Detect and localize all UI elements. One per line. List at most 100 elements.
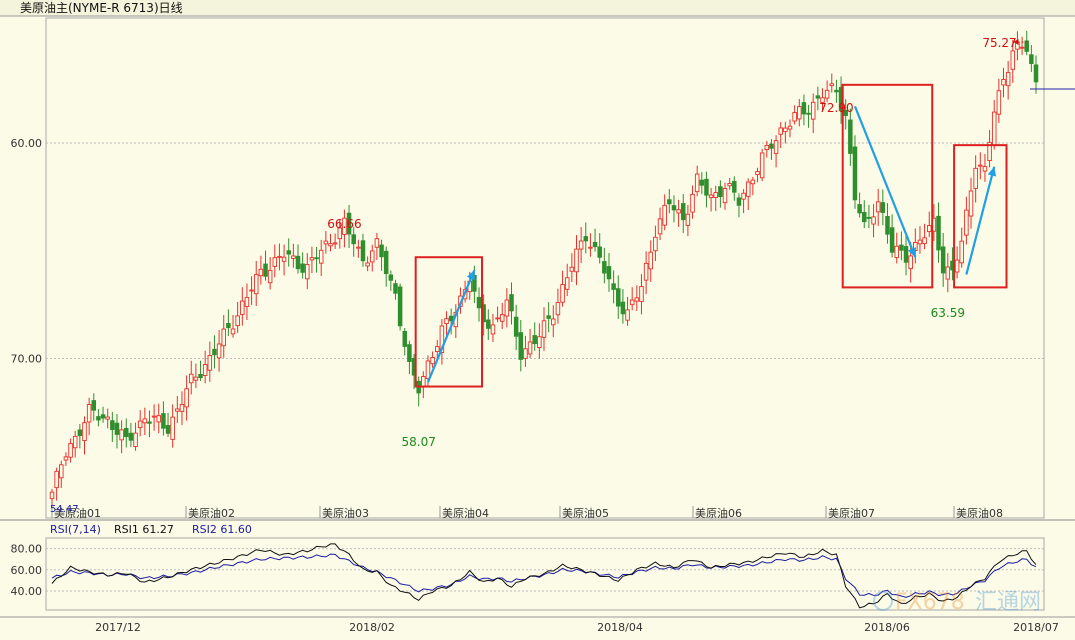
candle — [439, 319, 445, 365]
candle — [671, 195, 677, 223]
main-panel-frame — [45, 17, 1045, 519]
candle-body — [114, 422, 120, 435]
candle-body — [569, 266, 575, 272]
candle-body — [903, 246, 909, 263]
contract-label: 美原油02 — [188, 506, 235, 520]
candle-body — [105, 416, 110, 420]
candle-body — [653, 236, 658, 252]
high-label: 72.90 — [819, 101, 853, 115]
candle — [792, 105, 797, 125]
candle-body — [787, 125, 793, 130]
candle — [68, 438, 73, 463]
candle-body — [509, 294, 514, 312]
candle-body — [871, 216, 876, 225]
candle-body — [551, 318, 556, 326]
candle — [504, 288, 510, 328]
candle-body — [945, 266, 951, 280]
candle — [170, 404, 175, 448]
candle-body — [54, 470, 59, 489]
low-label: 63.59 — [931, 306, 965, 320]
candle — [699, 172, 705, 195]
candle-body — [736, 197, 742, 206]
candle-body — [685, 213, 691, 226]
candle-body — [537, 336, 542, 348]
candle — [402, 327, 408, 356]
candle — [1001, 67, 1006, 98]
candle — [551, 305, 556, 338]
candle-body — [309, 257, 315, 261]
candle-body — [370, 250, 375, 263]
candle — [787, 119, 793, 138]
candle-body — [277, 255, 282, 258]
candle — [407, 340, 412, 374]
candle-body — [889, 227, 895, 253]
candle-body — [597, 246, 602, 258]
candle — [648, 240, 654, 282]
candle-body — [982, 166, 988, 172]
candle-body — [783, 127, 788, 133]
candle — [602, 247, 607, 284]
candle — [694, 165, 700, 197]
candle — [356, 239, 361, 258]
candle — [555, 288, 561, 324]
candle — [880, 189, 886, 226]
candle-body — [694, 173, 700, 193]
candle-body — [662, 204, 667, 226]
candle-body — [690, 193, 695, 213]
candle — [309, 246, 315, 274]
candle — [973, 155, 978, 203]
candle — [722, 182, 728, 210]
candle — [147, 410, 152, 438]
candle-body — [773, 140, 779, 155]
candle — [151, 404, 157, 431]
candle — [862, 200, 867, 229]
candle-body — [578, 240, 584, 250]
candle — [202, 350, 208, 384]
candle — [383, 246, 389, 287]
candle — [1024, 30, 1029, 56]
candle-body — [244, 296, 250, 307]
candle — [96, 409, 101, 427]
candle-body — [356, 246, 361, 249]
candle-body — [314, 257, 319, 260]
candle-body — [620, 301, 626, 315]
candle-body — [606, 266, 612, 280]
candle — [945, 253, 951, 293]
candle-body — [1005, 71, 1011, 87]
candle-body — [880, 202, 886, 213]
candle — [1019, 36, 1025, 55]
candle — [676, 199, 681, 227]
candle-body — [755, 171, 760, 176]
candle — [634, 285, 640, 311]
candle-body — [156, 415, 162, 423]
candle — [518, 319, 524, 372]
candle-body — [764, 145, 770, 150]
candle — [704, 171, 709, 208]
candle-body — [305, 264, 310, 280]
candle — [829, 73, 835, 93]
candle-body — [128, 432, 134, 441]
candle-body — [490, 324, 496, 335]
candle — [486, 309, 491, 341]
rsi2-label: RSI2 61.60 — [192, 523, 252, 536]
candle-body — [249, 289, 254, 292]
candle-body — [351, 234, 356, 245]
candle — [662, 194, 667, 231]
candle-body — [1019, 46, 1025, 49]
candle-body — [486, 319, 491, 329]
candle — [764, 140, 770, 158]
candle — [175, 395, 180, 424]
candle-body — [82, 422, 87, 441]
candle — [114, 414, 120, 449]
candle — [142, 407, 148, 435]
candle — [226, 309, 231, 336]
candle-body — [546, 315, 551, 319]
candle-body — [718, 186, 723, 198]
date-label: 2018/06 — [864, 621, 910, 634]
candle-body — [124, 427, 129, 438]
candle-body — [583, 236, 589, 242]
candle — [277, 243, 282, 271]
candle-body — [527, 341, 533, 355]
candle-body — [332, 242, 338, 245]
candle-body — [857, 204, 862, 214]
